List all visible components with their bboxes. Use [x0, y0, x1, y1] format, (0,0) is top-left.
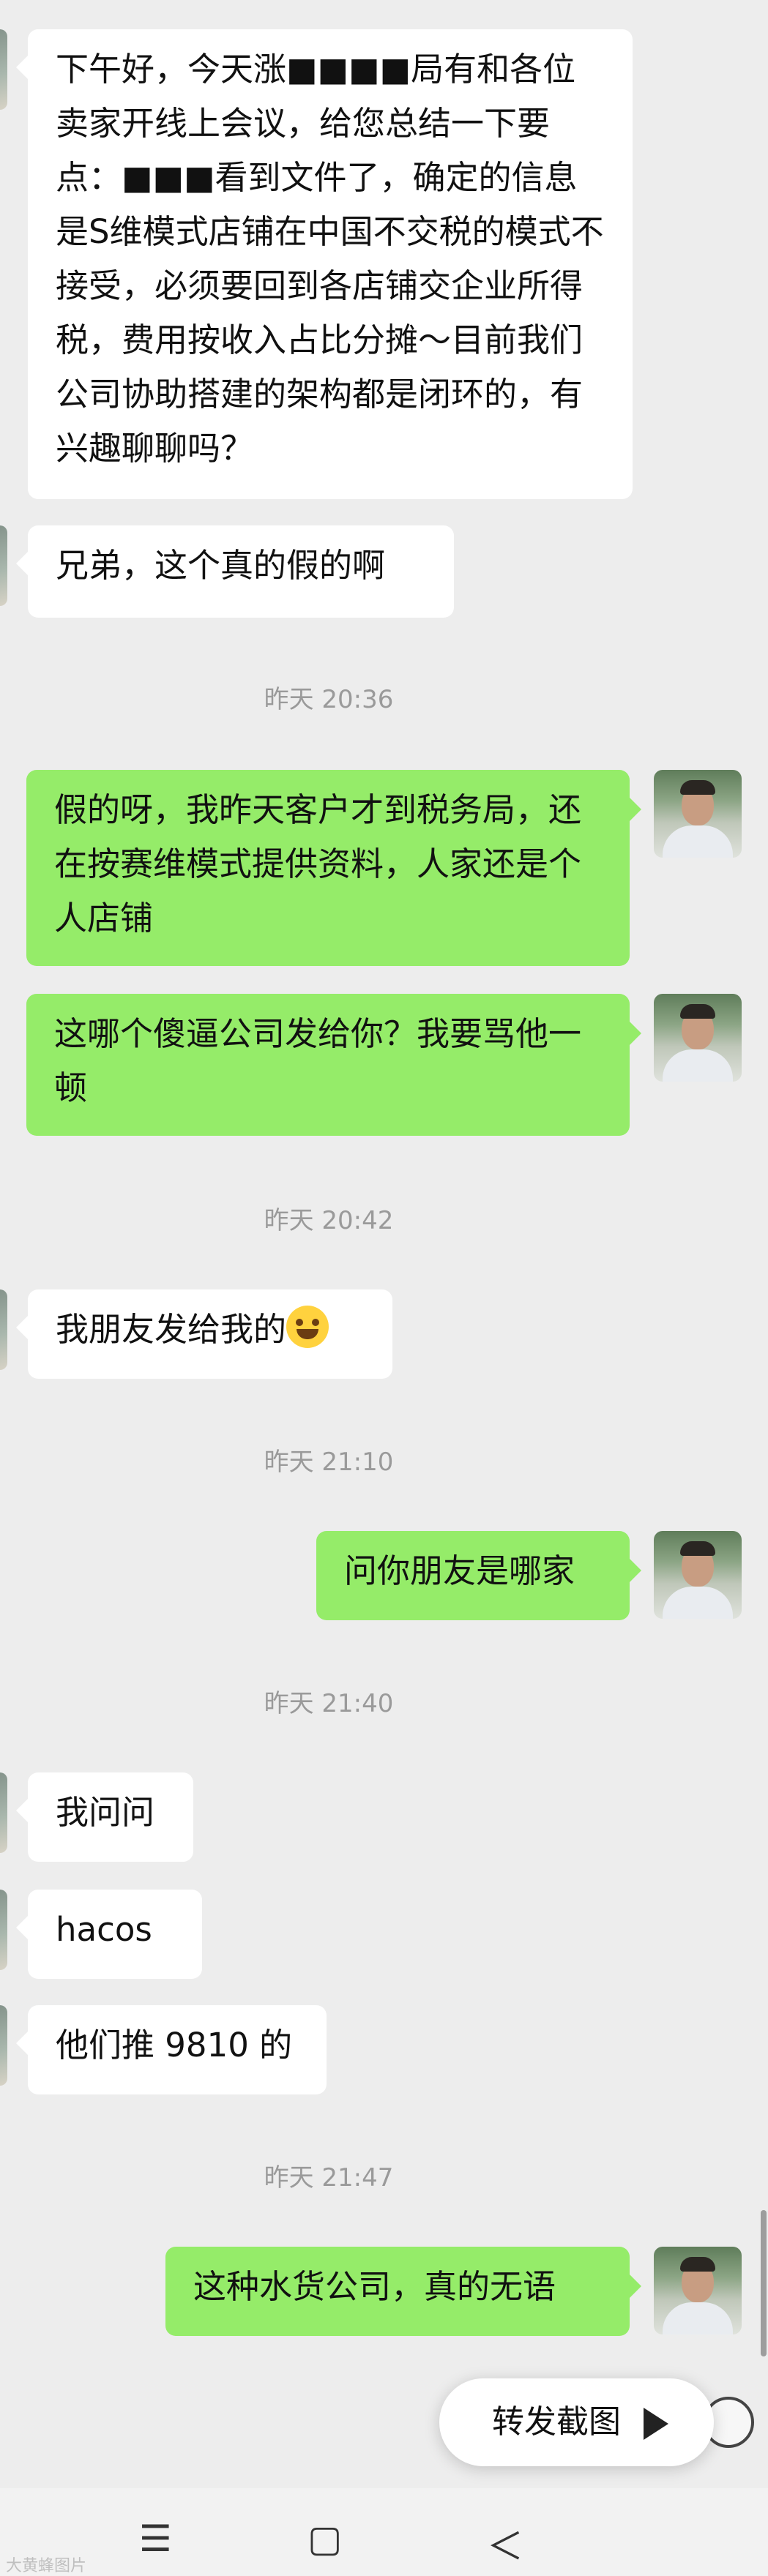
contact-avatar[interactable] [0, 1772, 7, 1853]
message-timestamp: 昨天 20:36 [264, 685, 394, 714]
user-avatar[interactable] [654, 1531, 742, 1619]
bubble-tail [16, 552, 28, 575]
bubble-tail [630, 798, 641, 821]
message-bubble[interactable]: 这种水货公司，真的无语 [165, 2247, 630, 2336]
message-bubble[interactable]: 他们推 9810 的 [28, 2005, 327, 2094]
message-bubble[interactable]: 问你朋友是哪家 [316, 1531, 630, 1620]
bubble-tail [16, 2032, 28, 2055]
forward-button-label: 转发截图 [492, 2403, 621, 2441]
message-text: 我朋友发给我的 [56, 1310, 287, 1349]
bubble-tail [16, 56, 28, 79]
contact-avatar[interactable] [0, 525, 7, 606]
contact-avatar[interactable] [0, 29, 7, 110]
share-arrow-icon [644, 2408, 668, 2440]
forward-screenshot-button[interactable]: 转发截图 [439, 2378, 714, 2466]
message-timestamp: 昨天 21:10 [264, 1448, 394, 1477]
message-bubble[interactable]: hacos [28, 1890, 202, 1979]
laughing-emoji-icon [286, 1306, 329, 1348]
message-bubble[interactable]: 这哪个傻逼公司发给你？我要骂他一顿 [26, 994, 630, 1136]
watermark: 大黄蜂图片 [6, 2557, 87, 2575]
scrollbar[interactable] [761, 2210, 767, 2356]
contact-avatar[interactable] [0, 1890, 7, 1970]
home-icon[interactable]: ▢ [307, 2517, 342, 2560]
bubble-tail [16, 1316, 28, 1339]
bubble-tail [630, 2274, 641, 2298]
user-avatar[interactable] [654, 2247, 742, 2334]
back-icon[interactable]: ＜ [487, 2517, 523, 2570]
bubble-tail [16, 1799, 28, 1822]
system-navigation-bar [0, 2488, 768, 2576]
message-timestamp: 昨天 20:42 [264, 1206, 394, 1235]
message-bubble[interactable]: 我朋友发给我的 [28, 1289, 392, 1379]
bubble-tail [630, 1559, 641, 1582]
menu-icon[interactable]: ☰ [139, 2517, 172, 2560]
message-bubble[interactable]: 兄弟，这个真的假的啊 [28, 525, 454, 618]
contact-avatar[interactable] [0, 1289, 7, 1370]
message-bubble[interactable]: 下午好，今天涨■■■■局有和各位卖家开线上会议，给您总结一下要点：■■■看到文件… [28, 29, 633, 499]
message-timestamp: 昨天 21:40 [264, 1689, 394, 1718]
user-avatar[interactable] [654, 770, 742, 858]
contact-avatar[interactable] [0, 2005, 7, 2086]
bubble-tail [630, 1022, 641, 1045]
user-avatar[interactable] [654, 994, 742, 1082]
message-bubble[interactable]: 我问问 [28, 1772, 193, 1862]
message-timestamp: 昨天 21:47 [264, 2163, 394, 2193]
message-bubble[interactable]: 假的呀，我昨天客户才到税务局，还在按赛维模式提供资料，人家还是个人店铺 [26, 770, 630, 966]
bubble-tail [16, 1916, 28, 1939]
